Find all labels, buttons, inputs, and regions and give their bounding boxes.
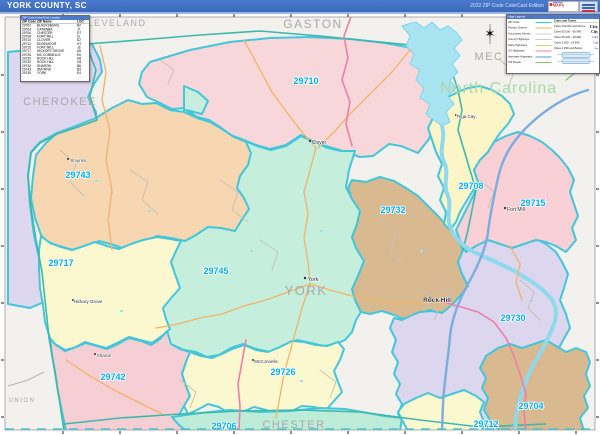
city-dot-smyrna	[67, 158, 69, 160]
logo-mark-icon	[549, 3, 553, 6]
city-sample: City	[593, 41, 598, 45]
logo-text-bottom: MAPS	[553, 4, 565, 8]
marketmaps-logo: Market MAPS	[548, 1, 599, 12]
legend-label: Toll Roads	[508, 61, 521, 65]
zip-label-29743: 29743	[65, 170, 90, 180]
highway-shield-sample	[558, 52, 594, 58]
line-sample	[535, 27, 552, 29]
zip-label-29732: 29732	[380, 205, 405, 215]
cell: YORK	[37, 71, 47, 76]
city-dot-fort-mill	[503, 206, 507, 210]
page-title: YORK COUNTY, SC	[7, 1, 87, 10]
line-sample	[535, 21, 552, 23]
zip-label-29708: 29708	[458, 181, 483, 191]
county-label-gaston: GASTON	[283, 17, 342, 31]
city-label-clover: Clover	[312, 140, 327, 146]
map-page: CLEVELAND GASTON CHEROKEE MEC YORK CHEST…	[0, 0, 600, 435]
cell: E4	[77, 71, 81, 76]
edition-label: 2022 ZIP Code ColorCast Edition	[470, 3, 544, 9]
legend-label: Cities 50,000 - 99,999	[554, 30, 581, 34]
city-label-tega-cay: Tega Cay	[456, 114, 476, 119]
city-sample: City	[591, 29, 598, 35]
line-sample	[535, 44, 552, 46]
city-label-sharon: Sharon	[97, 353, 112, 358]
legend-label: County Highways	[508, 38, 530, 42]
zip-region-29704	[479, 339, 591, 430]
legend-label: Secondary Streets	[508, 32, 531, 36]
zip-label-29712: 29712	[473, 419, 498, 429]
zip-label-29730: 29730	[500, 313, 525, 323]
legend-label: US Highways	[508, 49, 525, 53]
county-label-mecklenburg: MEC	[475, 51, 504, 63]
line-sample	[535, 39, 552, 40]
zip-label-29726: 29726	[270, 367, 295, 377]
logo-info-line	[582, 10, 595, 12]
city-label-york: York	[308, 277, 319, 283]
legend-label: Cities 25,000 - 49,999	[554, 35, 581, 39]
legend-label: Cities 100,000 and Above	[554, 24, 586, 28]
legend-row: Cities 4,999 and Below City	[554, 46, 598, 52]
city-label-mcconnells: McConnells	[254, 359, 278, 364]
logo-info-box	[579, 1, 598, 12]
legend-roads-column: ZIP Code Primary Streets Secondary Stree…	[507, 19, 553, 66]
city-dot-clover	[308, 139, 312, 143]
city-sample: City	[589, 23, 598, 29]
city-sample: City	[592, 35, 598, 40]
legend-cities-header: Cities and Towns	[554, 20, 598, 23]
zip-label-29717: 29717	[48, 258, 73, 268]
city-label-smyrna: Smyrna	[70, 158, 86, 163]
city-label-fort-mill: Fort Mill	[507, 207, 525, 213]
legend-label: Cities 5,000 - 24,999	[554, 41, 580, 45]
city-dot-york	[303, 276, 307, 280]
city-dot-sharon	[94, 353, 96, 355]
legend-label: Cities 4,999 and Below	[554, 46, 583, 50]
table-row: 29745 YORK E4	[21, 72, 89, 76]
city-sample: City	[594, 47, 598, 50]
legend-cities-column: Cities and Towns Cities 100,000 and Abov…	[553, 19, 599, 66]
zip-label-29710: 29710	[293, 76, 318, 86]
cell: 29745	[22, 71, 32, 76]
zip-label-29745: 29745	[203, 266, 228, 276]
legend-label: State Highways	[508, 43, 528, 47]
city-label-hickory-grove: Hickory Grove	[74, 299, 103, 304]
county-label-cherokee: CHEROKEE	[23, 96, 97, 108]
line-sample	[535, 33, 552, 35]
zip-label-29742: 29742	[100, 372, 125, 382]
north-arrow-icon: ✶	[485, 24, 496, 44]
line-sample	[535, 56, 552, 58]
legend-label: Primary Streets	[508, 26, 527, 30]
logo-info-line	[582, 7, 595, 9]
col-zip-name: ZIP Name	[37, 20, 52, 24]
logo-brand-box: Market MAPS	[548, 1, 579, 12]
county-label-union: UNION	[9, 398, 36, 404]
zip-index-table: ZIP Code Index/Grid Locator ZIP Code ZIP…	[20, 15, 90, 82]
line-sample	[535, 62, 552, 64]
logo-info-line	[582, 4, 595, 6]
col-loc: LOC	[77, 20, 84, 24]
legend-label: Interstate Highways	[508, 55, 533, 59]
col-zip-code: ZIP Code	[22, 20, 37, 24]
title-bar: YORK COUNTY, SC 2022 ZIP Code ColorCast …	[0, 0, 600, 12]
city-label-rock-hill: Rock Hill	[423, 297, 451, 304]
highway-shield-sample	[558, 58, 594, 64]
zip-region-29717	[38, 235, 182, 351]
map-legend: Map Legend ZIP Code Primary Streets Seco…	[506, 14, 600, 74]
zip-label-29704: 29704	[518, 401, 543, 411]
line-sample	[535, 50, 552, 52]
legend-row: Toll Roads	[508, 60, 552, 66]
svg-text:✶: ✶	[485, 27, 496, 42]
state-label-north-carolina: North Carolina	[440, 80, 557, 97]
legend-label: ZIP Code	[508, 20, 520, 24]
county-label-york: YORK	[285, 283, 328, 298]
